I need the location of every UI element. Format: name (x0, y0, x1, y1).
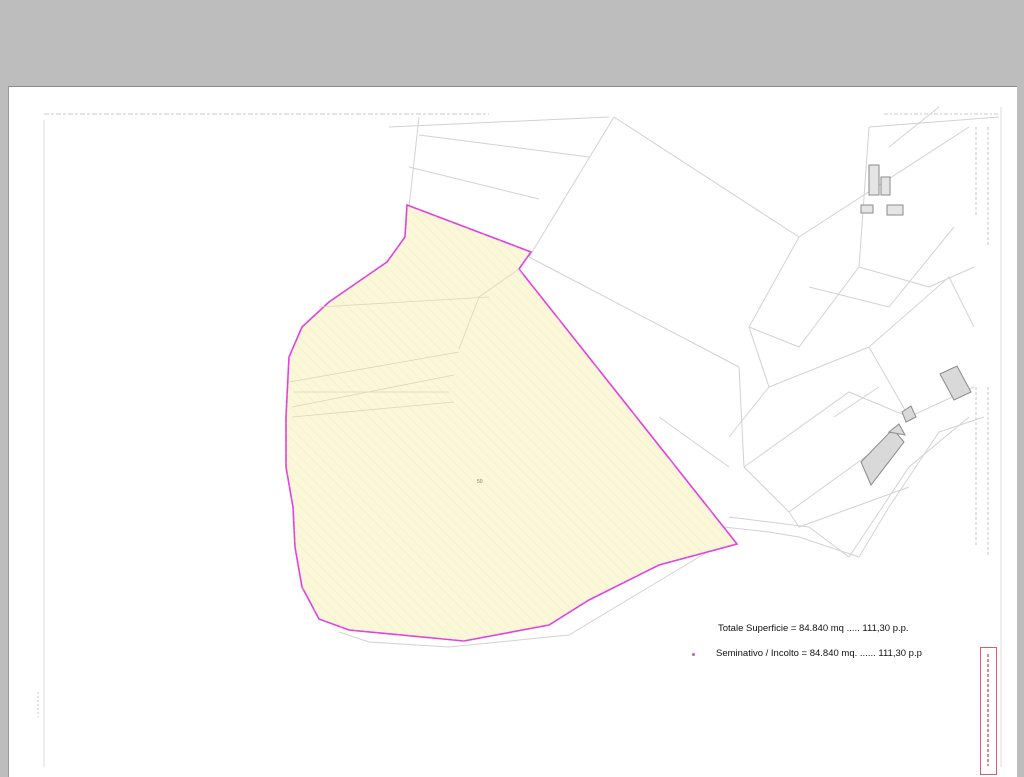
parcel-number-label: 50 (477, 479, 483, 485)
window-top-bar (0, 0, 1024, 86)
title-block-stamp (980, 647, 997, 775)
seminativo-incolto-text: Seminativo / Incolto = 84.840 mq. ......… (716, 648, 922, 659)
legend-bullet-icon (692, 653, 695, 656)
buildings (860, 164, 972, 486)
total-surface-text: Totale Superficie = 84.840 mq ..... 111,… (718, 623, 909, 634)
cadastral-map-sheet: 50 Totale Superficie = 84.840 mq ..... 1… (8, 86, 1017, 777)
cadastral-map: 50 (37, 106, 1002, 767)
highlighted-parcel[interactable] (285, 203, 739, 642)
